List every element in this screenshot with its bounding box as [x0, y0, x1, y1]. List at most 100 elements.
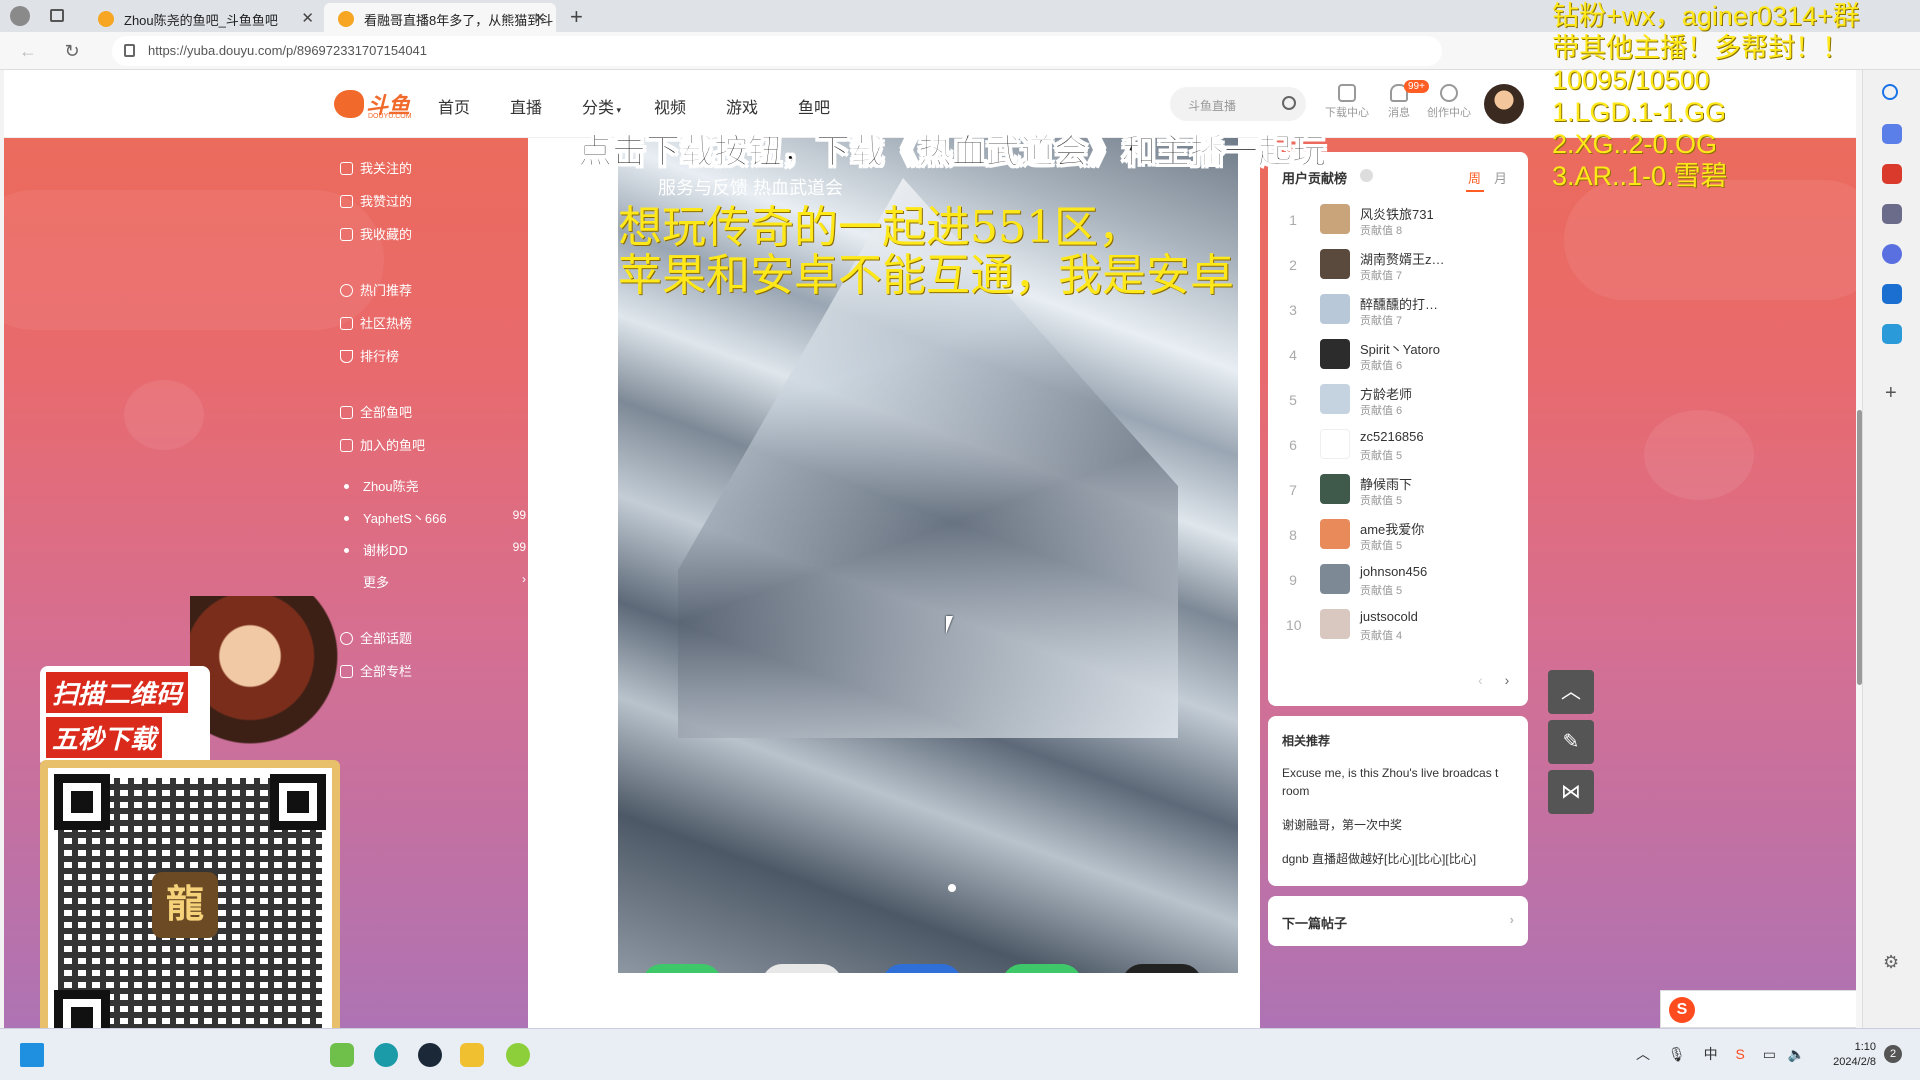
- carousel-indicator[interactable]: [948, 884, 956, 892]
- ime-toolbar[interactable]: S: [1660, 990, 1856, 1028]
- add-icon[interactable]: +: [1885, 382, 1897, 405]
- search-icon[interactable]: [1882, 84, 1898, 100]
- profile-icon[interactable]: [10, 6, 30, 26]
- nav-bar-xiebin[interactable]: 谢彬DD 99: [340, 540, 526, 559]
- games-icon[interactable]: [1882, 204, 1902, 224]
- nav-yuba[interactable]: 鱼吧: [798, 94, 830, 118]
- leaderboard-row[interactable]: 6 zc5216856 贡献值 5: [1268, 425, 1528, 470]
- leaderboard-row[interactable]: 3 醉醺醺的打… 贡献值 7: [1268, 290, 1528, 335]
- windows-start-icon[interactable]: [20, 1043, 44, 1067]
- related-item[interactable]: dgnb 直播超做越好[比心][比心][比心]: [1282, 850, 1516, 868]
- send-icon[interactable]: [1882, 324, 1902, 344]
- new-tab-button[interactable]: +: [570, 4, 583, 30]
- nav-bar-yaphets[interactable]: YaphetS丶666 99: [340, 508, 526, 527]
- leaderboard-row[interactable]: 1 风炎铁旅731 贡献值 8: [1268, 200, 1528, 245]
- qr-code[interactable]: 龍: [40, 760, 340, 1060]
- contributor-name[interactable]: 静候雨下: [1360, 474, 1412, 493]
- share-button[interactable]: ⋈: [1548, 770, 1594, 814]
- contributor-name[interactable]: 风炎铁旅731: [1360, 204, 1434, 223]
- close-tab-icon[interactable]: ✕: [301, 9, 314, 27]
- leaderboard-row[interactable]: 4 Spirit丶Yatoro 贡献值 6: [1268, 335, 1528, 380]
- contributor-name[interactable]: 醉醺醺的打…: [1360, 294, 1438, 313]
- nav-hot-recommend[interactable]: 热门推荐: [340, 280, 412, 299]
- outlook-icon[interactable]: [1882, 284, 1902, 304]
- ime-mode-icon[interactable]: 中: [1704, 1046, 1718, 1062]
- contributor-avatar[interactable]: [1320, 204, 1350, 234]
- tab-post-active[interactable]: 看融哥直播8年多了，从熊猫到斗 ✕: [324, 3, 556, 32]
- url-field[interactable]: https://yuba.douyu.com/p/896972331707154…: [112, 36, 1442, 66]
- pager-next-icon[interactable]: ›: [1505, 672, 1510, 688]
- nav-following[interactable]: 我关注的: [340, 158, 412, 177]
- tab-month[interactable]: 月: [1494, 168, 1507, 187]
- tab-yuba-zhou[interactable]: Zhou陈尧的鱼吧_斗鱼鱼吧 ✕: [84, 3, 324, 32]
- game-advertisement[interactable]: 扫描二维码 五秒下载 龍: [30, 596, 360, 1072]
- contributor-avatar[interactable]: [1320, 564, 1350, 594]
- nav-ranking[interactable]: 排行榜: [340, 346, 399, 365]
- creator-center-button[interactable]: 创作中心: [1424, 84, 1474, 120]
- next-post-link[interactable]: 下一篇帖子 ›: [1268, 896, 1528, 946]
- system-tray[interactable]: ︿ 🎙 中 S ▭ 🔈: [1636, 1044, 1805, 1064]
- leaderboard-row[interactable]: 2 湖南赘婿王z… 贡献值 7: [1268, 245, 1528, 290]
- leaderboard-row[interactable]: 8 ame我爱你 贡献值 5: [1268, 515, 1528, 560]
- douyu-logo[interactable]: 斗鱼 DOUYU.COM: [334, 86, 414, 122]
- contributor-avatar[interactable]: [1320, 249, 1350, 279]
- copilot-icon[interactable]: [1882, 244, 1902, 264]
- tab-actions-icon[interactable]: [50, 9, 64, 22]
- nav-games[interactable]: 游戏: [726, 94, 758, 118]
- tab-week[interactable]: 周: [1468, 168, 1481, 187]
- contributor-name[interactable]: 湖南赘婿王z…: [1360, 249, 1445, 268]
- site-search-input[interactable]: 斗鱼直播: [1170, 87, 1306, 121]
- contributor-name[interactable]: 方龄老师: [1360, 384, 1412, 403]
- back-icon[interactable]: ←: [16, 39, 40, 63]
- contributor-avatar[interactable]: [1320, 339, 1350, 369]
- sogou-tray-icon[interactable]: S: [1735, 1046, 1744, 1062]
- edit-post-button[interactable]: ✎: [1548, 720, 1594, 764]
- related-item[interactable]: Excuse me, is this Zhou's live broadcas …: [1282, 764, 1516, 800]
- contributor-avatar[interactable]: [1320, 384, 1350, 414]
- steam-icon[interactable]: [418, 1043, 442, 1067]
- nav-joined-yuba[interactable]: 加入的鱼吧: [340, 435, 425, 454]
- volume-icon[interactable]: 🔈: [1788, 1046, 1805, 1062]
- taskbar-app-icon[interactable]: [330, 1043, 354, 1067]
- related-item[interactable]: 谢谢融哥，第一次中奖: [1282, 816, 1516, 834]
- microphone-icon[interactable]: 🎙: [1668, 1046, 1686, 1062]
- contributor-avatar[interactable]: [1320, 294, 1350, 324]
- network-icon[interactable]: ▭: [1763, 1046, 1776, 1062]
- contributor-name[interactable]: Spirit丶Yatoro: [1360, 339, 1440, 358]
- contributor-avatar[interactable]: [1320, 609, 1350, 639]
- taskbar-clock[interactable]: 1:10 2024/2/8: [1824, 1040, 1876, 1070]
- leaderboard-row[interactable]: 7 静候雨下 贡献值 5: [1268, 470, 1528, 515]
- close-tab-icon[interactable]: ✕: [533, 9, 546, 27]
- contributor-avatar[interactable]: [1320, 519, 1350, 549]
- leaderboard-row[interactable]: 5 方龄老师 贡献值 6: [1268, 380, 1528, 425]
- nav-liked[interactable]: 我赞过的: [340, 191, 412, 210]
- toolbox-icon[interactable]: [1882, 164, 1902, 184]
- nav-live[interactable]: 直播: [510, 94, 542, 118]
- contributor-name[interactable]: ame我爱你: [1360, 519, 1424, 538]
- nav-community-hot[interactable]: 社区热榜: [340, 313, 412, 332]
- leaderboard-row[interactable]: 10 justsocold 贡献值 4: [1268, 605, 1528, 650]
- contributor-avatar[interactable]: [1320, 429, 1350, 459]
- contributor-name[interactable]: johnson456: [1360, 564, 1427, 579]
- taskbar-app-icon[interactable]: [506, 1043, 530, 1067]
- contributor-name[interactable]: justsocold: [1360, 609, 1418, 624]
- nav-video[interactable]: 视频: [654, 94, 686, 118]
- contributor-avatar[interactable]: [1320, 474, 1350, 504]
- nav-bar-zhou[interactable]: Zhou陈尧: [340, 476, 419, 495]
- nav-more[interactable]: 更多 ›: [340, 572, 526, 591]
- download-center-button[interactable]: 下载中心: [1322, 84, 1372, 120]
- user-avatar[interactable]: [1484, 84, 1524, 124]
- nav-collected[interactable]: 我收藏的: [340, 224, 412, 243]
- nav-category[interactable]: 分类 ▾: [582, 94, 621, 118]
- nav-home[interactable]: 首页: [438, 94, 470, 118]
- back-to-top-button[interactable]: ︿: [1548, 670, 1594, 714]
- reload-icon[interactable]: ↻: [60, 39, 84, 63]
- info-icon[interactable]: [1360, 169, 1373, 182]
- leaderboard-row[interactable]: 9 johnson456 贡献值 5: [1268, 560, 1528, 605]
- notification-badge[interactable]: 2: [1884, 1045, 1902, 1063]
- settings-icon[interactable]: ⚙: [1883, 952, 1899, 973]
- taskbar-app-icon[interactable]: [374, 1043, 398, 1067]
- contributor-name[interactable]: zc5216856: [1360, 429, 1424, 444]
- taskbar-app-icon[interactable]: [460, 1043, 484, 1067]
- nav-all-yuba[interactable]: 全部鱼吧: [340, 402, 412, 421]
